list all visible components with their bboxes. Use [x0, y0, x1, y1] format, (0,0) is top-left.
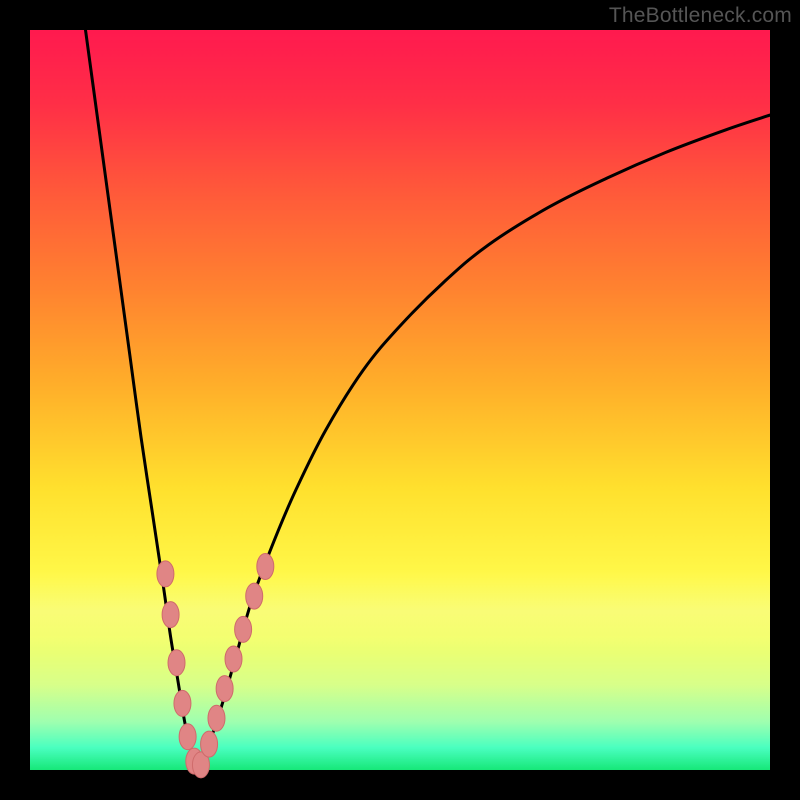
- marker-point: [246, 583, 263, 609]
- curve-right-branch: [197, 115, 770, 770]
- plot-area: [30, 30, 770, 770]
- chart-overlay: [30, 30, 770, 770]
- marker-point: [208, 705, 225, 731]
- marker-point: [162, 602, 179, 628]
- marker-point: [179, 724, 196, 750]
- watermark-label: TheBottleneck.com: [609, 4, 792, 28]
- marker-point: [157, 561, 174, 587]
- marker-point: [257, 554, 274, 580]
- marker-point: [201, 731, 218, 757]
- marker-point: [225, 646, 242, 672]
- marker-point: [168, 650, 185, 676]
- marker-point: [216, 676, 233, 702]
- marker-point: [174, 690, 191, 716]
- marker-group: [157, 554, 274, 778]
- chart-frame: TheBottleneck.com: [0, 0, 800, 800]
- marker-point: [235, 616, 252, 642]
